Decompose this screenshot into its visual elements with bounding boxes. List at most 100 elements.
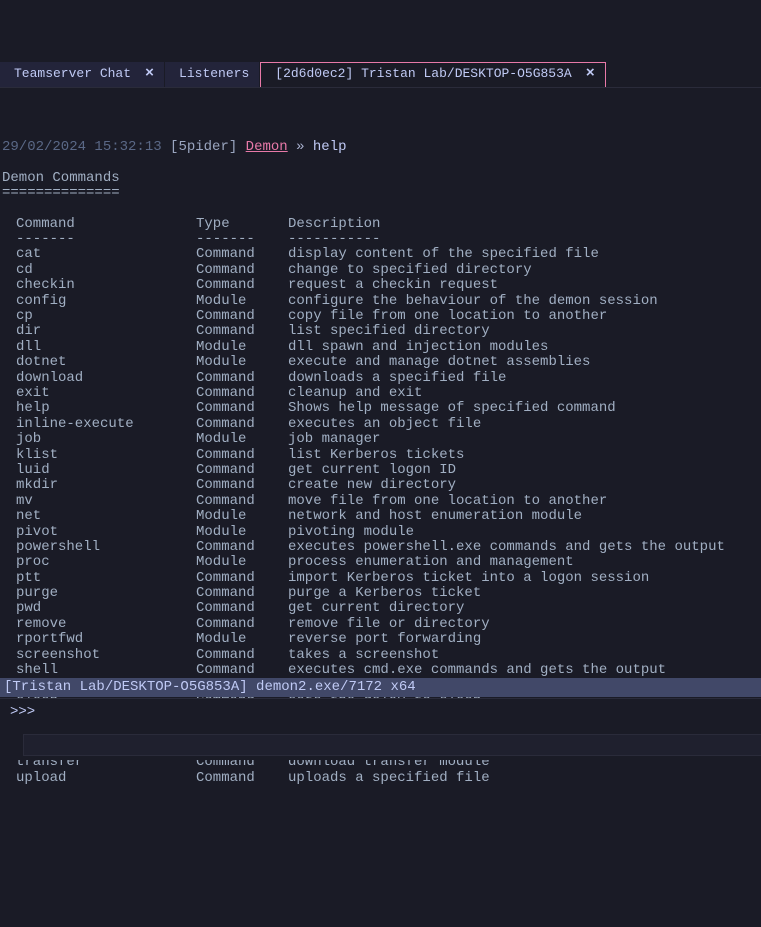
command-name: ptt xyxy=(16,571,196,586)
command-type: Command xyxy=(196,586,288,601)
command-name: cd xyxy=(16,263,196,278)
col-underline: ------- xyxy=(196,232,288,247)
command-row: mvCommandmove file from one location to … xyxy=(16,494,759,509)
command-description: display content of the specified file xyxy=(288,247,759,262)
command-row: pttCommandimport Kerberos ticket into a … xyxy=(16,571,759,586)
prompt-arrow: » xyxy=(296,139,304,155)
help-title-underline: ============== xyxy=(2,185,120,201)
command-name: luid xyxy=(16,463,196,478)
command-description: change to specified directory xyxy=(288,263,759,278)
command-type: Command xyxy=(196,401,288,416)
col-header-type: Type xyxy=(196,217,288,232)
command-name: download xyxy=(16,371,196,386)
command-name: cat xyxy=(16,247,196,262)
tab-bar: Teamserver Chat× Listeners [2d6d0ec2] Tris… xyxy=(0,62,761,88)
command-description: configure the behaviour of the demon ses… xyxy=(288,294,759,309)
command-row: cpCommandcopy file from one location to … xyxy=(16,309,759,324)
close-icon[interactable]: × xyxy=(586,66,595,83)
command-name: shell xyxy=(16,663,196,678)
command-row: pwdCommandget current directory xyxy=(16,601,759,616)
command-type: Command xyxy=(196,663,288,678)
command-row: screenshotCommandtakes a screenshot xyxy=(16,648,759,663)
command-description: execute and manage dotnet assemblies xyxy=(288,355,759,370)
command-name: upload xyxy=(16,771,196,786)
prompt-source-link[interactable]: Demon xyxy=(246,139,288,155)
command-description: executes an object file xyxy=(288,417,759,432)
command-type: Command xyxy=(196,278,288,293)
command-description: Shows help message of specified command xyxy=(288,401,759,416)
command-name: proc xyxy=(16,555,196,570)
command-row: mkdirCommandcreate new directory xyxy=(16,478,759,493)
command-description: executes powershell.exe commands and get… xyxy=(288,540,759,555)
prompt-input: help xyxy=(313,139,347,155)
command-name: net xyxy=(16,509,196,524)
command-description: reverse port forwarding xyxy=(288,632,759,647)
command-description: move file from one location to another xyxy=(288,494,759,509)
command-type: Module xyxy=(196,509,288,524)
command-description: list Kerberos tickets xyxy=(288,448,759,463)
command-type: Command xyxy=(196,386,288,401)
command-type: Command xyxy=(196,417,288,432)
close-icon[interactable]: × xyxy=(145,66,154,83)
prompt-tag: [5pider] xyxy=(170,139,237,155)
command-type: Command xyxy=(196,463,288,478)
command-description: import Kerberos ticket into a logon sess… xyxy=(288,571,759,586)
command-name: config xyxy=(16,294,196,309)
tab-label: [2d6d0ec2] Tristan Lab/DESKTOP-O5G853A xyxy=(275,67,571,81)
command-description: request a checkin request xyxy=(288,278,759,293)
command-name: powershell xyxy=(16,540,196,555)
command-description: remove file or directory xyxy=(288,617,759,632)
help-title: Demon Commands xyxy=(2,170,120,186)
command-description: executes cmd.exe commands and gets the o… xyxy=(288,663,759,678)
tab-1[interactable]: Listeners xyxy=(165,62,260,87)
command-type: Command xyxy=(196,478,288,493)
command-row: cdCommandchange to specified directory xyxy=(16,263,759,278)
command-name: help xyxy=(16,401,196,416)
col-underline: ----------- xyxy=(288,232,759,247)
command-type: Command xyxy=(196,247,288,262)
command-type: Module xyxy=(196,432,288,447)
command-row: configModuleconfigure the behaviour of t… xyxy=(16,294,759,309)
command-name: remove xyxy=(16,617,196,632)
command-description: takes a screenshot xyxy=(288,648,759,663)
tab-2[interactable]: [2d6d0ec2] Tristan Lab/DESKTOP-O5G853A × xyxy=(260,62,605,87)
tab-0[interactable]: Teamserver Chat× xyxy=(0,62,165,87)
command-description: create new directory xyxy=(288,478,759,493)
command-row: catCommanddisplay content of the specifi… xyxy=(16,247,759,262)
command-type: Command xyxy=(196,571,288,586)
command-description: purge a Kerberos ticket xyxy=(288,586,759,601)
command-description: uploads a specified file xyxy=(288,771,759,786)
command-name: pivot xyxy=(16,525,196,540)
command-type: Module xyxy=(196,525,288,540)
command-type: Command xyxy=(196,617,288,632)
command-type: Module xyxy=(196,340,288,355)
command-name: dotnet xyxy=(16,355,196,370)
command-row: procModuleprocess enumeration and manage… xyxy=(16,555,759,570)
tab-label: Listeners xyxy=(179,67,249,81)
command-description: dll spawn and injection modules xyxy=(288,340,759,355)
command-description: pivoting module xyxy=(288,525,759,540)
command-row: klistCommandlist Kerberos tickets xyxy=(16,448,759,463)
command-row: powershellCommandexecutes powershell.exe… xyxy=(16,540,759,555)
command-name: klist xyxy=(16,448,196,463)
command-name: pwd xyxy=(16,601,196,616)
col-underline: ------- xyxy=(16,232,196,247)
command-row: purgeCommandpurge a Kerberos ticket xyxy=(16,586,759,601)
command-row: luidCommandget current logon ID xyxy=(16,463,759,478)
command-name: mv xyxy=(16,494,196,509)
command-type: Command xyxy=(196,309,288,324)
command-type: Command xyxy=(196,771,288,786)
input-prompt-prefix: >>> xyxy=(10,705,35,720)
command-type: Command xyxy=(196,648,288,663)
command-type: Command xyxy=(196,494,288,509)
command-row: removeCommandremove file or directory xyxy=(16,617,759,632)
command-input[interactable] xyxy=(23,734,761,756)
command-type: Command xyxy=(196,448,288,463)
command-description: get current logon ID xyxy=(288,463,759,478)
command-row: inline-executeCommandexecutes an object … xyxy=(16,417,759,432)
command-description: network and host enumeration module xyxy=(288,509,759,524)
command-description: list specified directory xyxy=(288,324,759,339)
command-row: uploadCommanduploads a specified file xyxy=(16,771,759,786)
status-bar: [Tristan Lab/DESKTOP-O5G853A] demon2.exe… xyxy=(0,678,761,697)
command-type: Module xyxy=(196,555,288,570)
